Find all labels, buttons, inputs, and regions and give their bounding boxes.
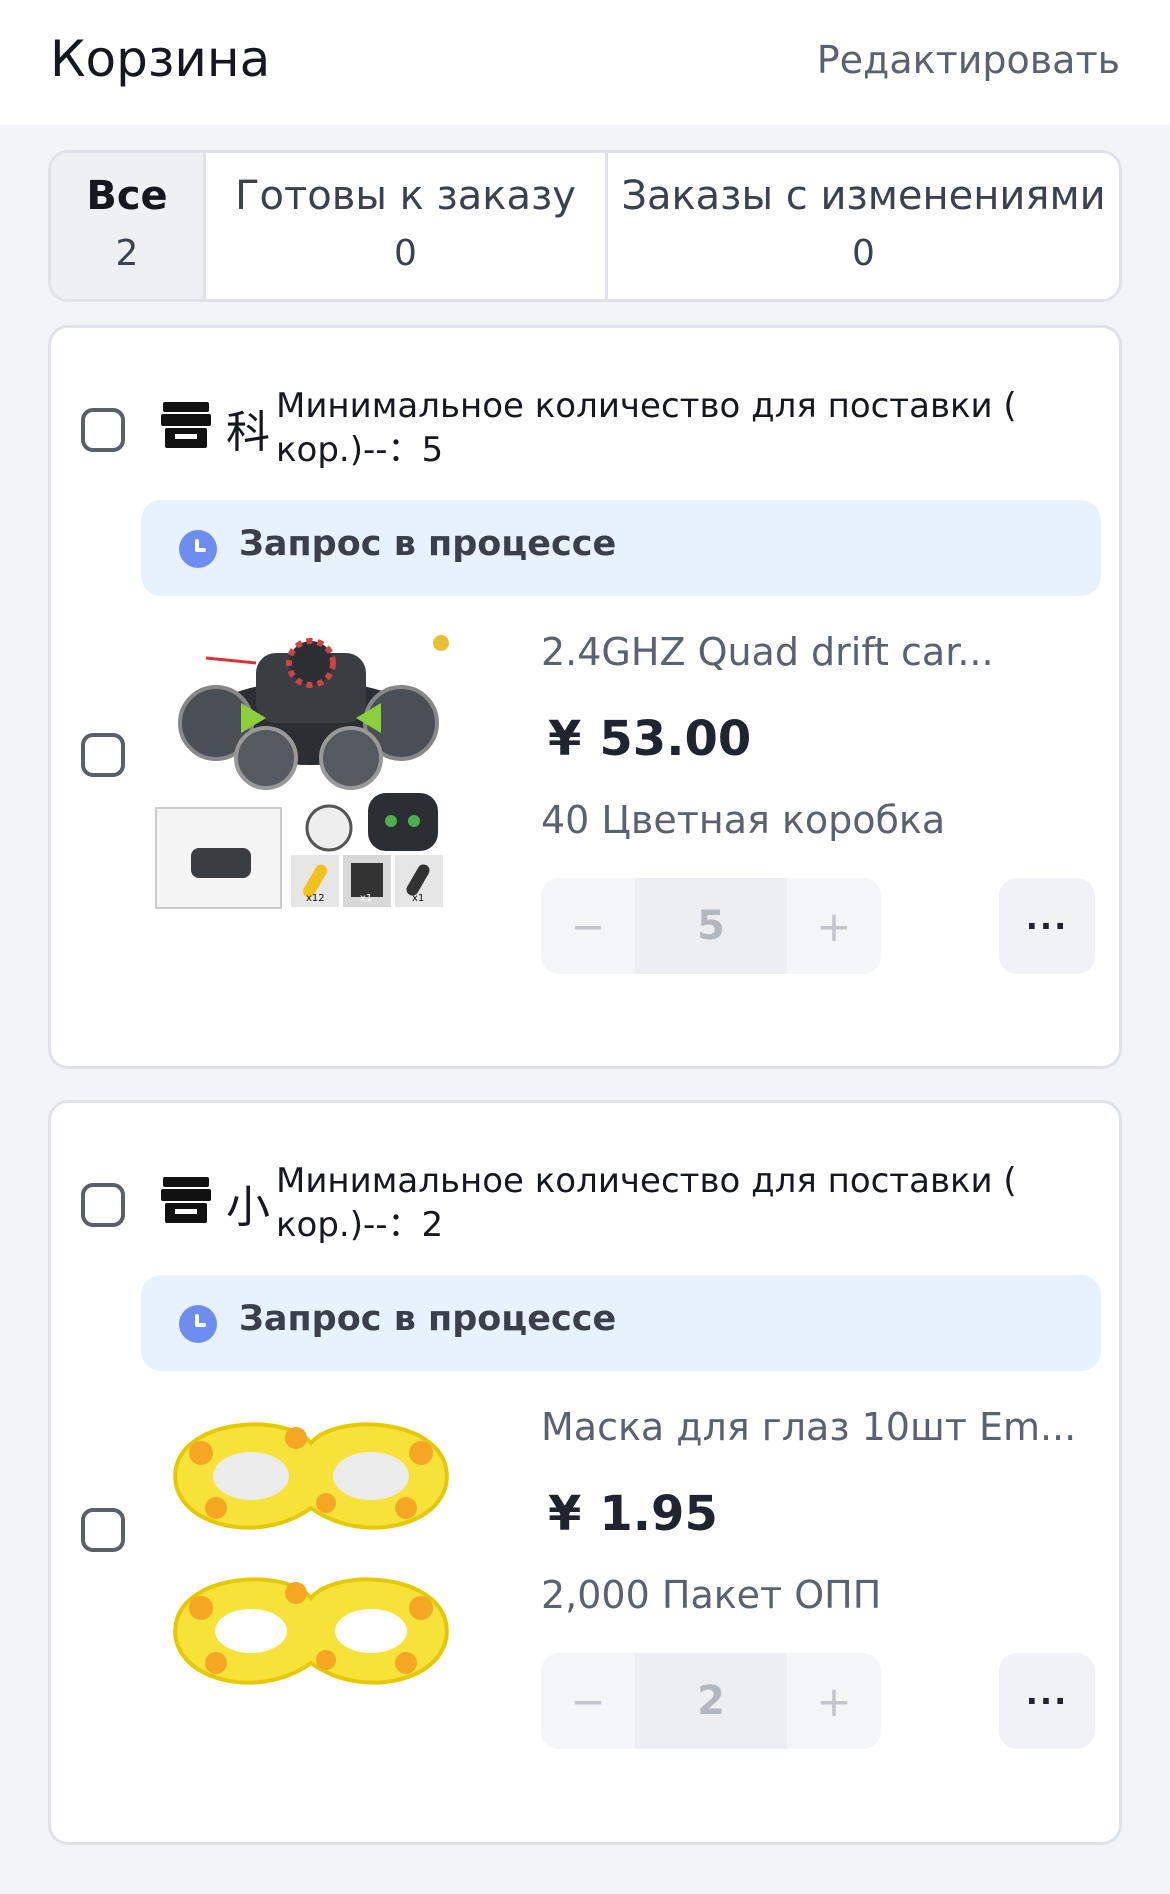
min-order-quantity: Минимальное количество для поставки ( ко… [276,1159,1076,1247]
tab-label: Заказы с изменениями [621,173,1106,219]
shop-name: 科 [226,407,270,458]
decrease-button[interactable]: − [541,1653,635,1749]
quantity-input[interactable]: 5 [635,878,787,974]
tab-label: Все [86,173,168,219]
quantity-stepper: − 2 + [541,1653,881,1749]
accessory-count-label: x12 [306,893,325,904]
shop-card: 小 Минимальное количество для поставки ( … [48,1100,1122,1845]
moq-text-line: кор.)--：5 [276,430,444,470]
moq-text-line: Минимальное количество для поставки ( [276,1161,1017,1201]
item-checkbox[interactable] [81,733,125,777]
page-title: Корзина [50,30,271,88]
status-banner: Запрос в процессе [141,1275,1101,1371]
min-order-quantity: Минимальное количество для поставки ( ко… [276,384,1076,472]
decrease-button[interactable]: − [541,878,635,974]
product-spec: 40 Цветная коробка [541,798,946,842]
product-image[interactable] [146,1398,476,1708]
tab-count: 0 [852,233,875,274]
tab-count: 0 [394,233,417,274]
edit-button[interactable]: Редактировать [817,38,1120,82]
store-icon [161,1177,211,1223]
product-price: ¥53.00 [548,711,751,767]
status-text: Запрос в процессе [239,524,617,564]
item-checkbox[interactable] [81,1508,125,1552]
quantity-stepper: − 5 + [541,878,881,974]
moq-text-line: кор.)--：2 [276,1205,444,1245]
product-image[interactable]: x12 x1 x1 [146,623,476,933]
header-bar: Корзина Редактировать [0,0,1170,125]
filter-tabs: Все 2 Готовы к заказу 0 Заказы с изменен… [48,150,1122,302]
store-icon [161,402,211,448]
product-name[interactable]: Маска для глаз 10шт Em... [541,1405,1101,1449]
tab-count: 2 [115,233,139,274]
moq-text-line: Минимальное количество для поставки ( [276,386,1017,426]
clock-icon [179,1305,217,1343]
price-value: 1.95 [599,1486,718,1542]
increase-button[interactable]: + [787,1653,881,1749]
currency-symbol: ¥ [548,1486,582,1542]
status-text: Запрос в процессе [239,1299,617,1339]
clock-icon [179,530,217,568]
shop-card: 科 Минимальное количество для поставки ( … [48,325,1122,1069]
more-options-button[interactable]: ··· [999,878,1095,974]
more-options-button[interactable]: ··· [999,1653,1095,1749]
tab-all[interactable]: Все 2 [51,153,206,299]
accessory-count-label: x1 [412,893,424,904]
price-value: 53.00 [599,711,752,767]
status-banner: Запрос в процессе [141,500,1101,596]
shop-checkbox[interactable] [81,1183,125,1227]
shop-name: 小 [226,1182,270,1233]
shop-checkbox[interactable] [81,408,125,452]
tab-label: Готовы к заказу [235,173,576,219]
product-spec: 2,000 Пакет ОПП [541,1573,882,1617]
tab-ready-to-order[interactable]: Готовы к заказу 0 [206,153,608,299]
product-name[interactable]: 2.4GHZ Quad drift car... [541,630,1101,674]
increase-button[interactable]: + [787,878,881,974]
product-price: ¥1.95 [548,1486,718,1542]
accessory-count-label: x1 [360,893,372,904]
tab-changed-orders[interactable]: Заказы с изменениями 0 [608,153,1119,299]
currency-symbol: ¥ [548,711,582,767]
quantity-input[interactable]: 2 [635,1653,787,1749]
